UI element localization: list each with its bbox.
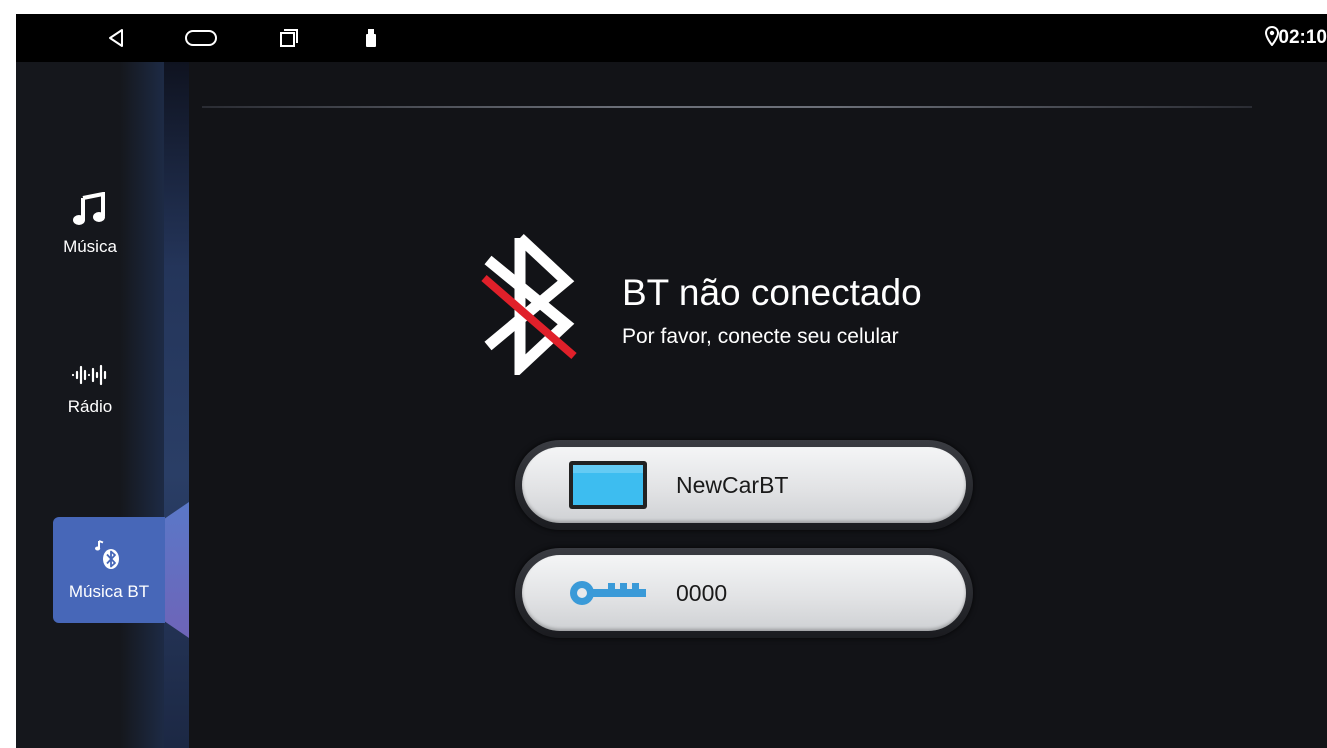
home-icon[interactable] (184, 14, 218, 62)
connection-status-subtitle: Por favor, conecte seu celular (622, 325, 899, 348)
device-name-button[interactable]: NewCarBT (515, 440, 973, 530)
usb-icon (365, 14, 377, 62)
bluetooth-disconnected-icon (478, 230, 578, 380)
sidebar: Música Rádio Música BT (16, 62, 189, 748)
key-icon (568, 579, 648, 612)
sidebar-item-label: Rádio (67, 397, 113, 416)
sidebar-item-radio[interactable]: Rádio (16, 364, 164, 417)
status-bar: 02:10 (16, 14, 1327, 62)
divider (202, 106, 1252, 108)
sidebar-item-label: Música BT (68, 581, 150, 601)
device-name: NewCarBT (676, 472, 789, 498)
sidebar-edge (164, 62, 189, 748)
screen: 02:10 Música Rádio Música BT BT não cone… (16, 14, 1327, 748)
radio-wave-icon (71, 364, 109, 391)
location-icon (1264, 25, 1280, 51)
recents-icon[interactable] (279, 14, 299, 62)
back-icon[interactable] (104, 14, 128, 62)
clock: 02:10 (1278, 27, 1327, 48)
active-tab-indicator (165, 502, 189, 638)
music-note-icon (73, 191, 107, 231)
sidebar-item-musica[interactable]: Música (16, 191, 164, 257)
sidebar-item-musica-bt[interactable]: Música BT (53, 517, 165, 623)
bluetooth-music-icon (95, 539, 123, 576)
pin-code: 0000 (676, 580, 728, 606)
screen-icon (568, 460, 648, 515)
sidebar-item-label: Música (63, 237, 117, 256)
connection-status-title: BT não conectado (622, 272, 922, 313)
pin-code-button[interactable]: 0000 (515, 548, 973, 638)
